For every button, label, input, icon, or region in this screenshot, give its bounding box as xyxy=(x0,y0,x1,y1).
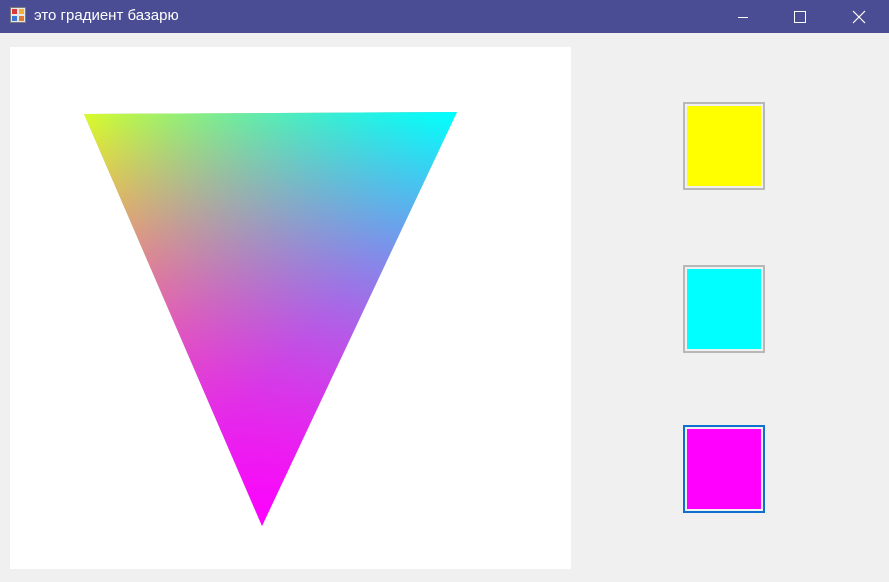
window-title: это градиент базарю xyxy=(34,7,179,24)
maximize-button[interactable] xyxy=(771,0,829,33)
minimize-icon xyxy=(738,16,748,18)
color-button-magenta[interactable] xyxy=(683,425,765,513)
title-bar[interactable]: это градиент базарю xyxy=(0,0,889,33)
minimize-button[interactable] xyxy=(714,0,772,33)
color-swatch-fill xyxy=(687,269,761,349)
gradient-triangle-svg xyxy=(84,112,457,526)
gradient-layer-magenta xyxy=(84,112,457,526)
maximize-icon xyxy=(794,10,806,23)
drawing-canvas[interactable] xyxy=(10,47,571,569)
close-icon xyxy=(852,10,866,23)
color-button-yellow[interactable] xyxy=(683,102,765,190)
color-swatch-fill xyxy=(687,429,761,509)
color-button-cyan[interactable] xyxy=(683,265,765,353)
app-window-icon[interactable] xyxy=(10,7,26,23)
close-button[interactable] xyxy=(830,0,888,33)
color-swatch-fill xyxy=(687,106,761,186)
